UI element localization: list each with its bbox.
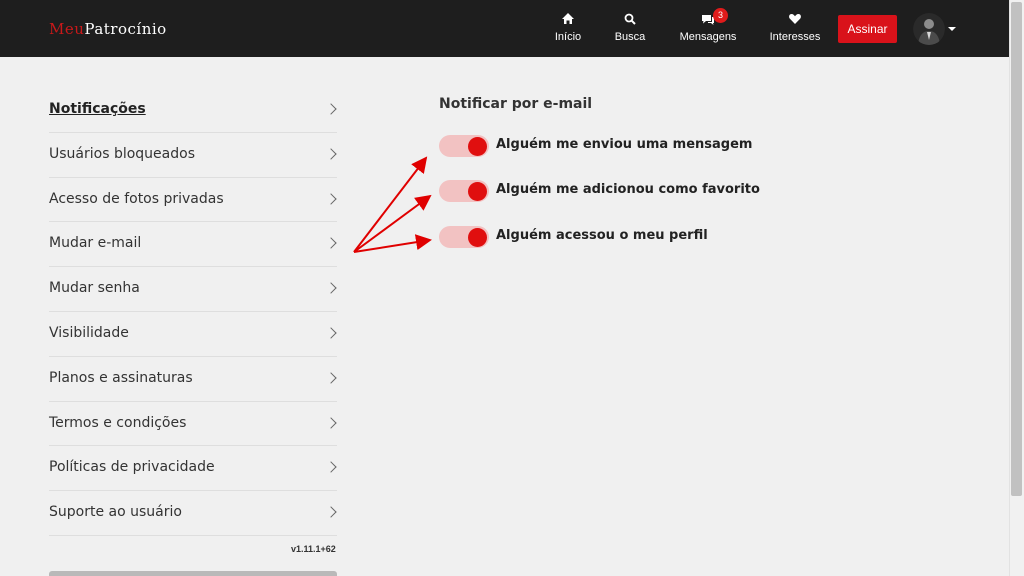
subscribe-button[interactable]: Assinar [838, 15, 897, 43]
chevron-right-icon [325, 237, 337, 250]
chevron-right-icon [325, 461, 337, 474]
messages-count-badge: 3 [713, 8, 728, 23]
nav-mensagens[interactable]: 3 Mensagens [677, 8, 739, 50]
app-version: v1.11.1+62 [291, 544, 336, 554]
menu-item-acesso-fotos-privadas[interactable]: Acesso de fotos privadas [49, 178, 337, 223]
nav-inicio-label: Início [554, 31, 582, 43]
nav-inicio[interactable]: Início [551, 10, 585, 50]
menu-item-mudar-senha[interactable]: Mudar senha [49, 267, 337, 312]
nav-interesses[interactable]: Interesses [767, 10, 823, 50]
menu-item-label: Mudar e-mail [49, 235, 142, 252]
user-menu-caret-icon[interactable] [948, 27, 956, 31]
heart-icon [789, 14, 801, 24]
home-icon [562, 13, 574, 24]
chevron-right-icon [325, 506, 337, 518]
email-notifications-title: Notificar por e-mail [439, 96, 593, 112]
menu-item-usuarios-bloqueados[interactable]: Usuários bloqueados [49, 133, 337, 178]
user-avatar[interactable] [913, 13, 945, 45]
chevron-right-icon [325, 148, 337, 160]
notify-message-toggle[interactable] [439, 135, 489, 157]
menu-item-label: Políticas de privacidade [49, 459, 215, 476]
notify-favorite-toggle[interactable] [439, 180, 489, 202]
menu-item-label: Notificações [49, 101, 146, 117]
chevron-right-icon [325, 282, 337, 294]
menu-item-politicas-privacidade[interactable]: Políticas de privacidade [49, 446, 337, 492]
menu-item-label: Suporte ao usuário [49, 504, 182, 521]
avatar-image [913, 13, 945, 45]
nav-busca[interactable]: Busca [611, 10, 649, 50]
chevron-right-icon [325, 416, 337, 429]
annotation-arrow-1 [353, 156, 428, 253]
toggle-knob [468, 182, 487, 201]
logo-text-patrocinio: Patrocínio [84, 20, 167, 38]
menu-item-termos-condicoes[interactable]: Termos e condições [49, 402, 337, 447]
settings-menu: Notificações Usuários bloqueados Acesso … [49, 88, 337, 536]
notify-favorite-label: Alguém me adicionou como favorito [496, 182, 760, 197]
menu-item-mudar-email[interactable]: Mudar e-mail [49, 222, 337, 268]
logo-text-meu: Meu [49, 20, 85, 38]
notify-message-row: Alguém me enviou uma mensagem [439, 135, 752, 157]
notify-profile-label: Alguém acessou o meu perfil [496, 228, 708, 243]
menu-item-visibilidade[interactable]: Visibilidade [49, 312, 337, 357]
menu-item-suporte-usuario[interactable]: Suporte ao usuário [49, 491, 337, 536]
annotation-arrow-2 [353, 194, 432, 253]
top-navbar: MeuPatrocínio Início Busca 3 Mensagens I… [0, 0, 1009, 57]
nav-interesses-label: Interesses [769, 31, 821, 43]
toggle-knob [468, 137, 487, 156]
nav-busca-label: Busca [614, 31, 646, 43]
notify-profile-toggle[interactable] [439, 226, 489, 248]
menu-item-label: Visibilidade [49, 324, 129, 341]
notify-favorite-row: Alguém me adicionou como favorito [439, 180, 760, 202]
menu-item-notificacoes[interactable]: Notificações [49, 88, 337, 133]
notify-message-label: Alguém me enviou uma mensagem [496, 137, 753, 152]
chevron-right-icon [325, 327, 337, 339]
nav-mensagens-label: Mensagens [679, 31, 737, 43]
bottom-button-partial[interactable] [49, 571, 337, 576]
chevron-right-icon [325, 103, 337, 115]
menu-item-label: Usuários bloqueados [49, 145, 195, 162]
menu-item-label: Planos e assinaturas [49, 369, 193, 386]
chevron-right-icon [325, 192, 337, 205]
search-icon [624, 13, 636, 25]
site-logo[interactable]: MeuPatrocínio [49, 20, 167, 38]
annotation-arrow-3 [353, 234, 432, 253]
menu-item-label: Mudar senha [49, 280, 140, 297]
menu-item-label: Acesso de fotos privadas [49, 190, 224, 207]
notify-profile-row: Alguém acessou o meu perfil [439, 226, 719, 248]
chevron-right-icon [325, 372, 337, 384]
page-scrollbar-thumb[interactable] [1011, 2, 1022, 496]
menu-item-planos-assinaturas[interactable]: Planos e assinaturas [49, 357, 337, 402]
toggle-knob [468, 228, 487, 247]
menu-item-label: Termos e condições [49, 414, 187, 431]
